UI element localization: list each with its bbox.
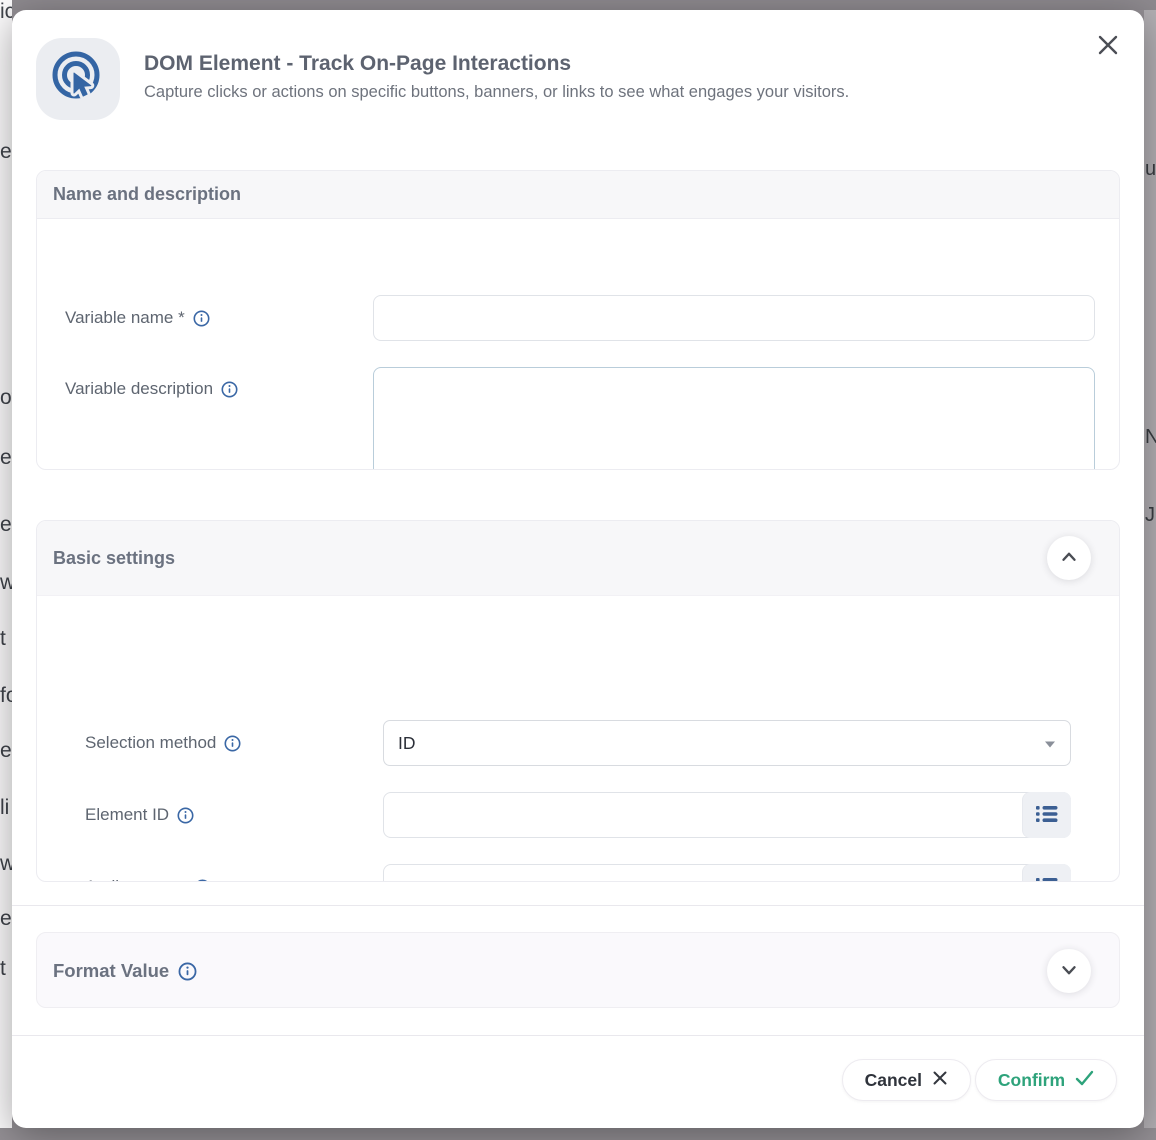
bg-text-fragment: e (0, 739, 12, 763)
bg-text-fragment: N (1145, 426, 1156, 449)
dialog-title: DOM Element - Track On-Page Interactions (144, 52, 571, 76)
close-button[interactable] (1092, 30, 1124, 62)
list-icon (1036, 876, 1058, 883)
section-name-description: Name and description Variable name * Var… (36, 170, 1120, 470)
format-value-label: Format Value (53, 933, 197, 1009)
bg-text-fragment: ot (0, 386, 12, 410)
bg-text-fragment: t (0, 627, 6, 651)
element-id-label: Element ID (85, 792, 194, 838)
label-text: Element ID (85, 805, 169, 825)
info-icon[interactable] (193, 310, 210, 327)
confirm-check-icon (1075, 1070, 1094, 1091)
info-icon[interactable] (224, 735, 241, 752)
attribute-name-variable-list-button[interactable] (1023, 864, 1071, 882)
variable-name-label: Variable name * (65, 295, 210, 341)
selected-value: ID (398, 733, 416, 754)
section-title: Basic settings (53, 548, 175, 569)
bg-text-fragment: w (0, 852, 12, 876)
cancel-x-icon (932, 1070, 948, 1091)
click-target-icon (49, 48, 107, 111)
bg-text-fragment: J (1145, 504, 1155, 527)
bg-text-fragment: u (1145, 158, 1156, 181)
backdrop-right: u N J (1144, 10, 1156, 1128)
attribute-name-label: Attribte name (85, 864, 211, 882)
variable-description-wrap (373, 367, 1095, 470)
chevron-up-icon (1058, 546, 1080, 571)
variable-description-textarea[interactable] (373, 367, 1095, 470)
bg-text-fragment: e (0, 446, 12, 470)
bg-text-fragment: e (0, 907, 12, 931)
info-icon[interactable] (194, 879, 211, 883)
section-basic-settings: Basic settings Selection method ID (36, 520, 1120, 882)
caret-down-icon (1044, 733, 1056, 754)
info-icon[interactable] (178, 962, 197, 981)
element-id-variable-list-button[interactable] (1023, 792, 1071, 838)
bg-text-fragment: li (0, 796, 9, 820)
dom-element-icon-tile (36, 38, 120, 120)
bg-text-fragment: fo (0, 684, 12, 708)
selection-method-select[interactable]: ID (383, 720, 1071, 766)
attribute-name-input[interactable] (383, 864, 1071, 882)
label-text: Variable description (65, 379, 213, 399)
element-id-input[interactable] (383, 792, 1071, 838)
backdrop-top (8, 0, 1156, 10)
bg-text-fragment: ic (0, 0, 12, 24)
collapse-basic-settings-button[interactable] (1047, 536, 1091, 580)
divider (12, 1035, 1144, 1036)
section-basic-settings-header: Basic settings (37, 521, 1119, 596)
section-title: Name and description (53, 184, 241, 205)
selection-method-label: Selection method (85, 720, 241, 766)
label-text: Attribte name (85, 877, 186, 882)
section-format-value: Format Value (36, 932, 1120, 1008)
bg-text-fragment: w (0, 571, 12, 595)
divider (12, 905, 1144, 906)
dialog-subtitle: Capture clicks or actions on specific bu… (144, 83, 849, 102)
expand-format-value-button[interactable] (1047, 949, 1091, 993)
section-title: Format Value (53, 960, 169, 982)
cancel-label: Cancel (865, 1070, 922, 1091)
backdrop-left: ic eri ot e es w t fo e li w e t (0, 0, 12, 1128)
cancel-button[interactable]: Cancel (842, 1059, 971, 1101)
attribute-name-input-wrap (383, 864, 1071, 882)
element-id-input-wrap (383, 792, 1071, 838)
list-icon (1036, 804, 1058, 827)
bg-text-fragment: t (0, 957, 6, 981)
confirm-button[interactable]: Confirm (975, 1059, 1117, 1101)
section-name-description-header: Name and description (37, 171, 1119, 219)
info-icon[interactable] (177, 807, 194, 824)
bg-text-fragment: es (0, 513, 12, 537)
dom-element-dialog: DOM Element - Track On-Page Interactions… (12, 10, 1144, 1128)
variable-name-input[interactable] (373, 295, 1095, 341)
confirm-label: Confirm (998, 1070, 1065, 1091)
screen: ic eri ot e es w t fo e li w e t u N J (0, 0, 1156, 1140)
close-icon (1095, 32, 1121, 61)
bg-text-fragment: eri (0, 140, 12, 164)
label-text: Variable name * (65, 308, 185, 328)
info-icon[interactable] (221, 381, 238, 398)
variable-description-label: Variable description (65, 371, 238, 407)
chevron-down-icon (1058, 959, 1080, 984)
label-text: Selection method (85, 733, 216, 753)
